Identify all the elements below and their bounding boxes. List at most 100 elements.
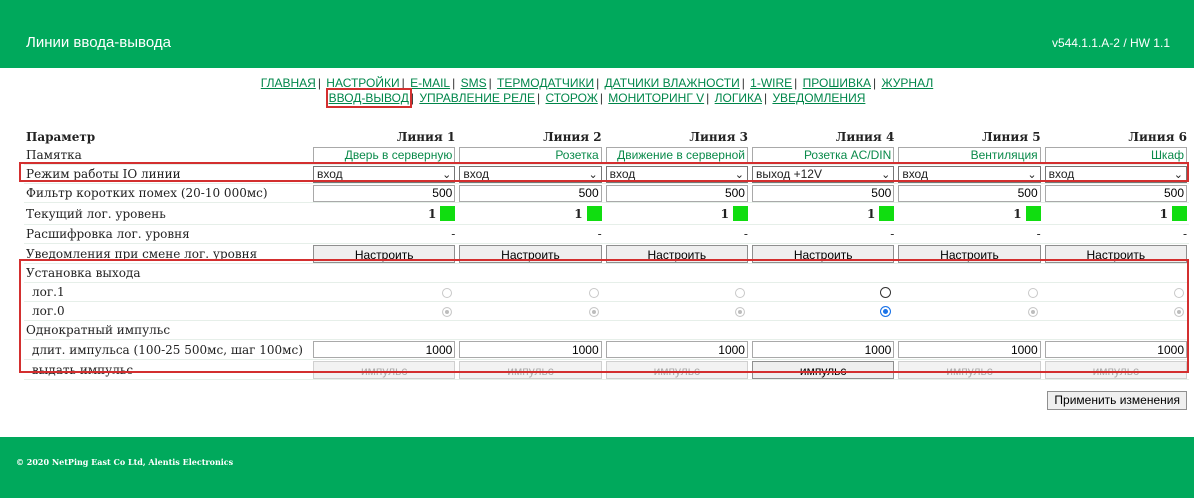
- pulse-length-input-line-4[interactable]: [751, 341, 895, 358]
- level-on-square-icon: [1172, 206, 1187, 221]
- nav-link-email[interactable]: E-MAIL: [410, 76, 450, 90]
- nav-link-monitoring[interactable]: МОНИТОРИНГ V: [608, 91, 704, 105]
- nav-link-log[interactable]: ЖУРНАЛ: [881, 76, 933, 90]
- chevron-down-icon: ⌄: [588, 168, 598, 181]
- notify-configure-button-line-5[interactable]: Настроить: [898, 244, 1041, 263]
- row-label-pulse-length: длит. импульса (100-25 500мс, шаг 100мс): [24, 339, 311, 360]
- apply-changes-button[interactable]: Применить изменения: [1047, 391, 1187, 410]
- mode-select-value: вход: [902, 166, 928, 181]
- decode-value-line-3: -: [743, 227, 748, 241]
- nav-link-settings[interactable]: НАСТРОЙКИ: [326, 76, 399, 90]
- pulse-button-line-3: импульс: [605, 360, 748, 379]
- level-on-square-icon: [732, 206, 748, 221]
- filter-input-line-2[interactable]: [459, 184, 602, 202]
- level-indicator-line-3: 1: [721, 206, 748, 221]
- level-value: 1: [1159, 206, 1168, 221]
- nav-link-humidity[interactable]: ДАТЧИКИ ВЛАЖНОСТИ: [605, 76, 740, 90]
- copyright-text: © 2020 NetPing East Co Ltd, Alentis Elec…: [16, 457, 234, 467]
- pulse-button-line-1: импульс: [313, 360, 456, 379]
- decode-value-line-4: -: [890, 227, 895, 241]
- mode-select-line-1[interactable]: вход ⌄: [313, 165, 456, 183]
- nav-link-io[interactable]: ВВОД-ВЫВОД: [325, 88, 412, 108]
- output-log1-radio-line-5: [1027, 287, 1038, 298]
- level-indicator-line-1: 1: [428, 206, 456, 221]
- pulse-length-input-line-6[interactable]: [1044, 341, 1187, 358]
- output-log0-radio-line-4[interactable]: [880, 306, 892, 317]
- pulse-length-input-line-2[interactable]: [459, 341, 602, 358]
- nav-link-notifications[interactable]: УВЕДОМЛЕНИЯ: [772, 91, 865, 105]
- output-log0-radio-line-3: [734, 306, 745, 317]
- pulse-button-line-6: импульс: [1044, 360, 1187, 379]
- chevron-down-icon: ⌄: [734, 168, 744, 181]
- column-header-line-2: Линия 2: [543, 130, 602, 144]
- column-header-line-4: Линия 4: [835, 130, 895, 144]
- output-log1-radio-line-6: [1174, 287, 1184, 298]
- memo-input-line-1[interactable]: [313, 146, 456, 164]
- nav-link-firmware[interactable]: ПРОШИВКА: [803, 76, 871, 90]
- pulse-button-line-5: импульс: [898, 360, 1041, 379]
- memo-input-line-2[interactable]: [459, 146, 602, 164]
- pulse-button-line-4[interactable]: импульс: [751, 360, 895, 379]
- main-nav: ГЛАВНАЯ | НАСТРОЙКИ | E-MAIL | SMS | ТЕРМОДА…: [0, 76, 1194, 108]
- level-indicator-line-6: 1: [1160, 206, 1187, 221]
- row-label-pulse-fire: выдать импульс: [24, 359, 311, 380]
- notify-configure-button-line-2[interactable]: Настроить: [459, 244, 602, 263]
- mode-select-value: вход: [317, 166, 343, 181]
- column-header-line-1: Линия 1: [396, 130, 456, 144]
- decode-value-line-1: -: [451, 227, 456, 241]
- memo-input-line-6[interactable]: [1044, 146, 1187, 164]
- mode-select-value: вход: [609, 166, 636, 181]
- column-header-line-3: Линия 3: [689, 130, 748, 144]
- notify-configure-button-line-3[interactable]: Настроить: [605, 244, 748, 263]
- filter-input-line-5[interactable]: [898, 184, 1041, 202]
- io-lines-table: Параметр Линия 1 Линия 2 Линия 3 Линия 4 Лини…: [24, 128, 1189, 380]
- nav-link-relay[interactable]: УПРАВЛЕНИЕ РЕЛЕ: [419, 91, 535, 105]
- page-title: Линии ввода-вывода: [26, 34, 171, 51]
- output-log0-radio-line-6: [1174, 306, 1184, 317]
- notify-configure-button-line-1[interactable]: Настроить: [313, 244, 456, 263]
- param-header: Параметр: [26, 130, 96, 144]
- mode-select-line-4[interactable]: выход +12V ⌄: [751, 165, 895, 183]
- mode-select-line-2[interactable]: вход ⌄: [459, 165, 602, 183]
- notify-configure-button-line-4[interactable]: Настроить: [751, 244, 895, 263]
- mode-select-line-5[interactable]: вход ⌄: [898, 165, 1041, 183]
- mode-select-line-3[interactable]: вход ⌄: [605, 165, 748, 183]
- level-indicator-line-5: 1: [1013, 206, 1041, 221]
- pulse-length-input-line-1[interactable]: [313, 341, 456, 358]
- filter-input-line-4[interactable]: [751, 184, 895, 202]
- mode-select-line-6[interactable]: вход ⌄: [1044, 165, 1187, 183]
- nav-link-main[interactable]: ГЛАВНАЯ: [261, 76, 316, 90]
- nav-link-logic[interactable]: ЛОГИКА: [715, 91, 762, 105]
- row-label-notify: Уведомления при смене лог. уровня: [24, 243, 311, 264]
- nav-link-watchdog[interactable]: СТОРОЖ: [546, 91, 598, 105]
- nav-link-thermo[interactable]: ТЕРМОДАТЧИКИ: [497, 76, 594, 90]
- notify-configure-button-line-6[interactable]: Настроить: [1044, 244, 1187, 263]
- memo-input-line-5[interactable]: [898, 146, 1041, 164]
- row-label-log1: лог.1: [24, 282, 311, 302]
- section-single-pulse: Однократный импульс: [24, 320, 1189, 340]
- nav-link-1wire[interactable]: 1-WIRE: [750, 76, 792, 90]
- pulse-length-input-line-5[interactable]: [898, 341, 1041, 358]
- filter-input-line-1[interactable]: [313, 184, 456, 202]
- level-on-square-icon: [1025, 206, 1041, 221]
- row-label-level: Текущий лог. уровень: [24, 202, 311, 225]
- memo-input-line-3[interactable]: [605, 146, 748, 164]
- row-label-memo: Памятка: [24, 146, 311, 165]
- output-log0-radio-line-5: [1027, 306, 1038, 317]
- nav-link-sms[interactable]: SMS: [461, 76, 487, 90]
- output-log0-radio-line-1: [442, 306, 453, 317]
- filter-input-line-3[interactable]: [605, 184, 748, 202]
- pulse-length-input-line-3[interactable]: [605, 341, 748, 358]
- filter-input-line-6[interactable]: [1044, 184, 1187, 202]
- memo-input-line-4[interactable]: [751, 146, 895, 164]
- output-log1-radio-line-2: [588, 287, 599, 298]
- decode-value-line-5: -: [1036, 227, 1041, 241]
- output-log1-radio-line-3: [734, 287, 745, 298]
- nav-row-1: ГЛАВНАЯ | НАСТРОЙКИ | E-MAIL | SMS | ТЕРМОДА…: [260, 76, 934, 90]
- mode-select-value: вход: [1048, 166, 1075, 181]
- column-header-line-5: Линия 5: [982, 130, 1041, 144]
- chevron-down-icon: ⌄: [881, 168, 891, 181]
- output-log1-radio-line-4[interactable]: [880, 287, 892, 298]
- level-value: 1: [1013, 206, 1022, 221]
- level-on-square-icon: [879, 206, 895, 221]
